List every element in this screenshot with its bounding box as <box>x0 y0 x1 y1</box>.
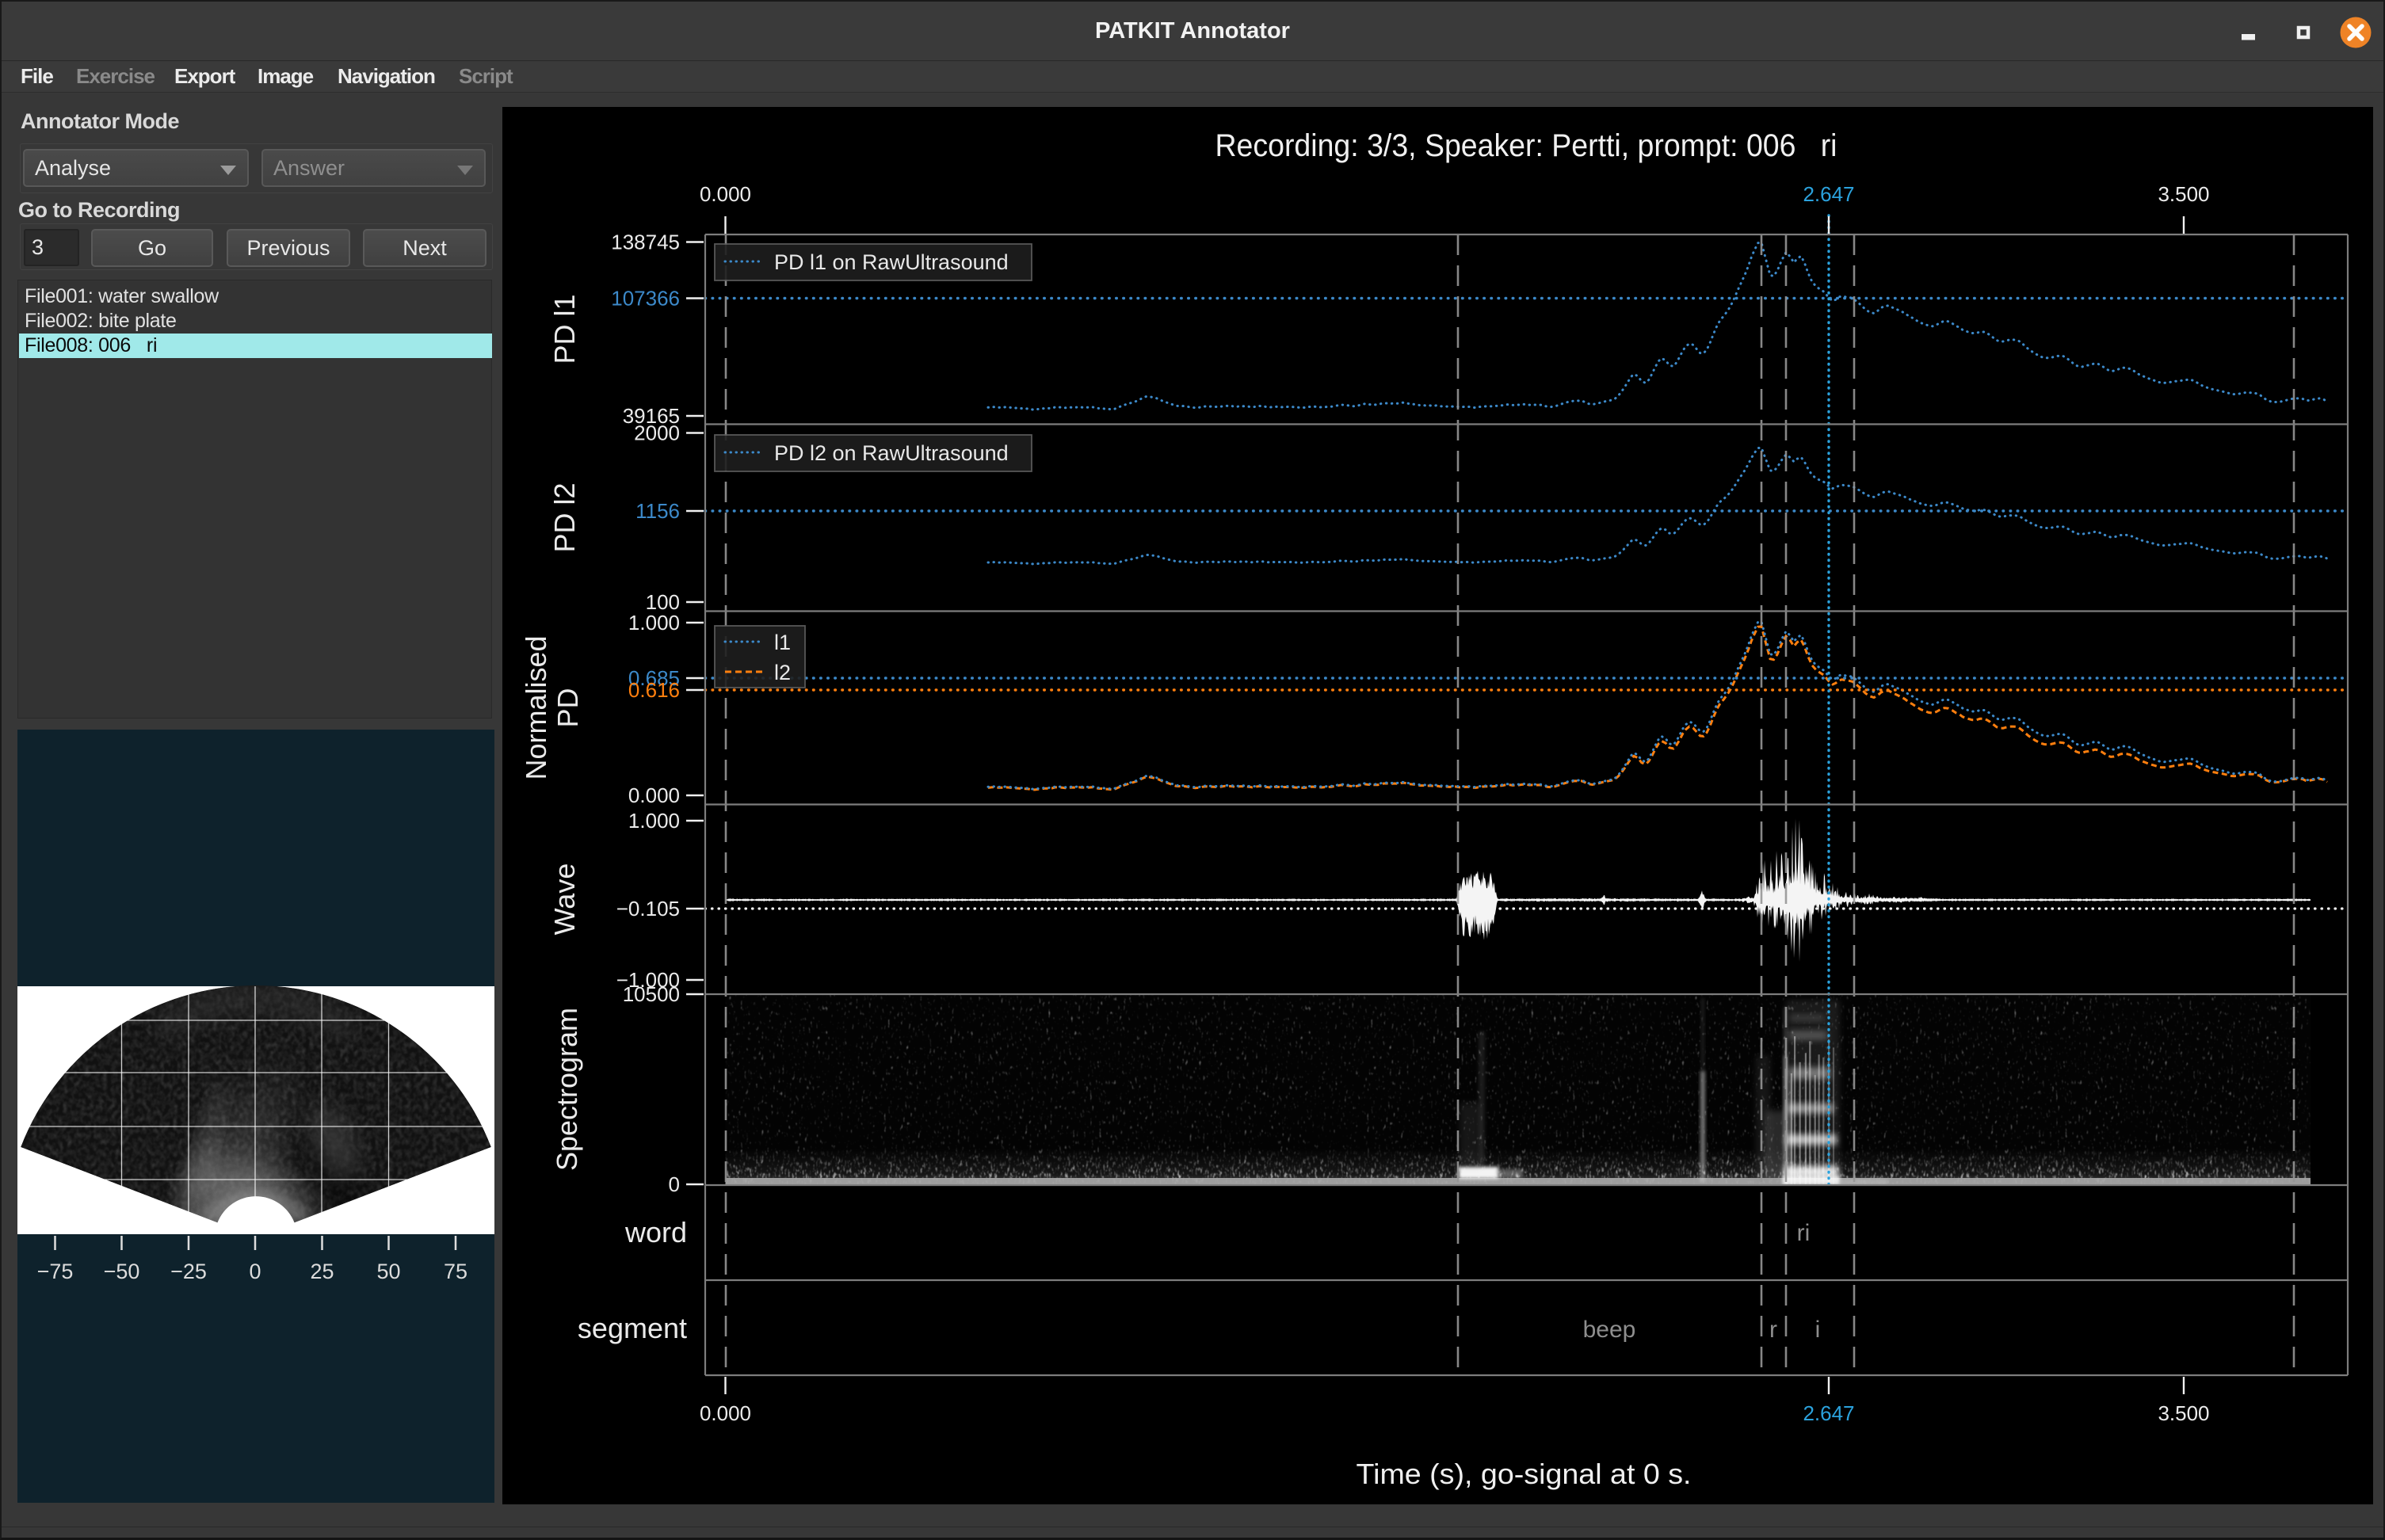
svg-text:1.000: 1.000 <box>628 809 680 833</box>
svg-text:107366: 107366 <box>611 287 680 311</box>
svg-text:50: 50 <box>376 1260 400 1283</box>
svg-text:−25: −25 <box>170 1260 207 1283</box>
svg-text:PD l2: PD l2 <box>548 482 581 552</box>
svg-text:word: word <box>624 1216 687 1248</box>
svg-text:0.000: 0.000 <box>628 783 680 807</box>
svg-text:ri: ri <box>1797 1220 1811 1246</box>
svg-text:Normalised: Normalised <box>520 635 552 780</box>
svg-text:−0.105: −0.105 <box>616 897 680 921</box>
svg-text:Spectrogram: Spectrogram <box>551 1008 583 1171</box>
svg-text:Time (s), go-signal at 0 s.: Time (s), go-signal at 0 s. <box>1357 1458 1692 1490</box>
svg-text:−50: −50 <box>104 1260 140 1283</box>
svg-text:0.000: 0.000 <box>700 1401 751 1425</box>
svg-text:l1: l1 <box>774 631 791 654</box>
svg-text:PD l1: PD l1 <box>548 294 581 364</box>
svg-text:0: 0 <box>249 1260 261 1283</box>
svg-text:beep: beep <box>1583 1317 1636 1343</box>
svg-text:0: 0 <box>669 1172 680 1196</box>
svg-text:−75: −75 <box>37 1260 74 1283</box>
svg-text:i: i <box>1815 1317 1821 1343</box>
svg-text:r: r <box>1769 1317 1777 1343</box>
svg-text:2.647: 2.647 <box>1803 182 1854 206</box>
svg-text:2000: 2000 <box>634 421 680 445</box>
svg-text:segment: segment <box>578 1312 687 1344</box>
svg-text:Wave: Wave <box>548 863 581 936</box>
svg-text:75: 75 <box>444 1260 467 1283</box>
svg-text:0.616: 0.616 <box>628 678 680 702</box>
svg-text:PD: PD <box>551 688 584 727</box>
svg-text:1.000: 1.000 <box>628 611 680 635</box>
svg-text:25: 25 <box>310 1260 334 1283</box>
svg-text:1156: 1156 <box>635 499 680 523</box>
svg-text:PD l1 on RawUltrasound: PD l1 on RawUltrasound <box>774 250 1009 274</box>
svg-text:Recording: 3/3, Speaker: Pertt: Recording: 3/3, Speaker: Pertti, prompt:… <box>1215 128 1837 163</box>
svg-text:PD l2 on RawUltrasound: PD l2 on RawUltrasound <box>774 441 1009 465</box>
svg-text:3.500: 3.500 <box>2158 1401 2209 1425</box>
svg-text:0.000: 0.000 <box>700 182 751 206</box>
svg-text:2.647: 2.647 <box>1803 1401 1854 1425</box>
svg-text:10500: 10500 <box>623 982 680 1006</box>
svg-text:138745: 138745 <box>611 231 680 254</box>
svg-text:l2: l2 <box>774 661 791 684</box>
svg-text:3.500: 3.500 <box>2158 182 2209 206</box>
